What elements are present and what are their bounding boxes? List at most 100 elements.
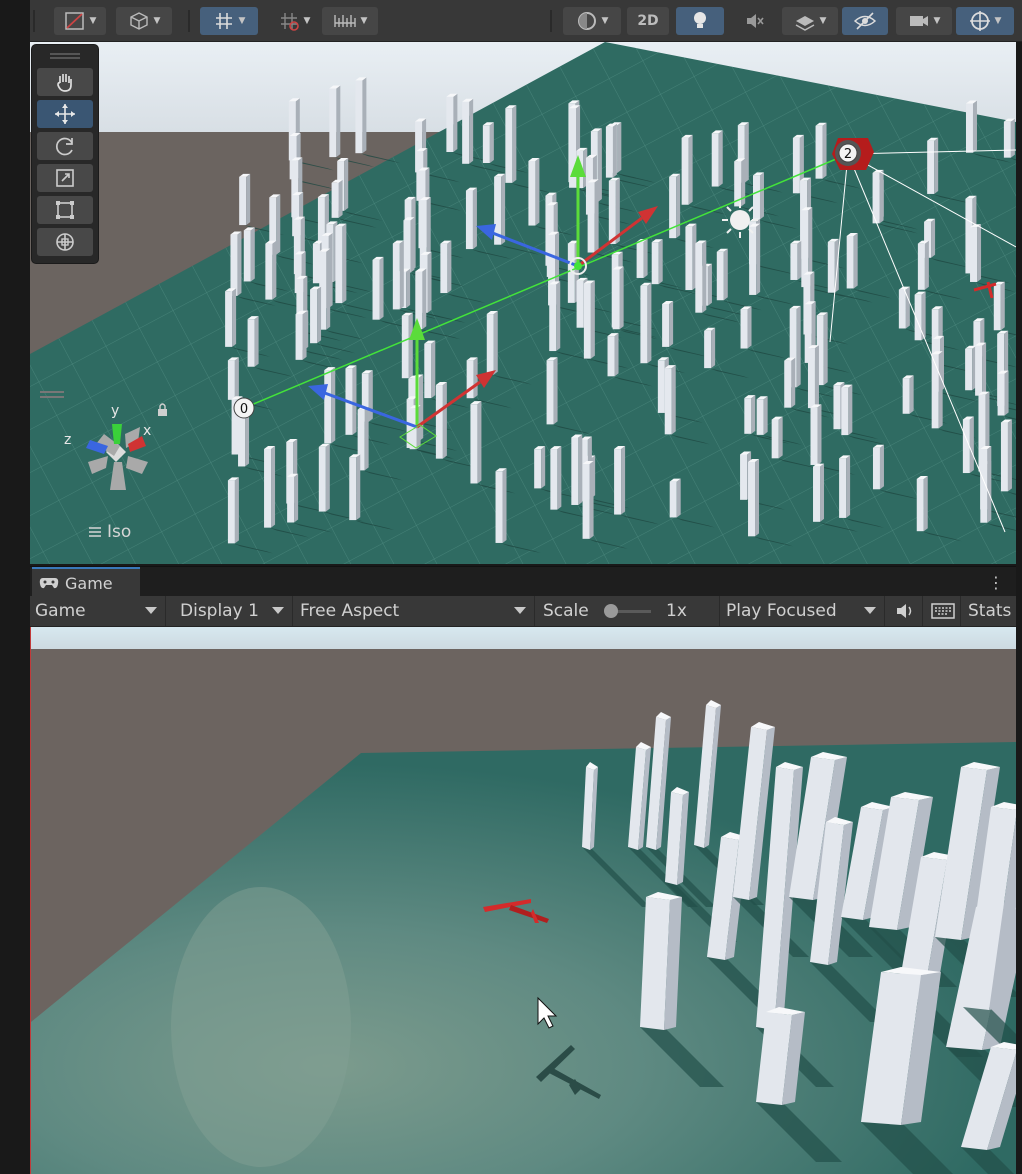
gizmos-button[interactable]: ▼ [956,7,1014,35]
tab-game-label: Game [65,573,113,593]
axis-y-label: y [111,403,119,419]
gamepad-icon [39,578,59,589]
game-view[interactable] [30,627,1016,1174]
waypoint-0-marker[interactable]: 0 [233,397,255,419]
axis-z-label: z [64,432,71,448]
projection-label: Iso [107,522,132,542]
view-select[interactable]: Game [30,596,166,626]
mode-2d-label: 2D [637,13,659,29]
shading-cube-icon [129,12,148,30]
more-options-icon[interactable]: ⋮ [988,573,1004,592]
game-render[interactable] [31,627,1016,1174]
panel-grip[interactable] [40,391,64,393]
chevron-down-icon: ▼ [238,16,246,26]
hand-tool-button[interactable] [37,68,93,96]
menu-icon [89,527,101,537]
chevron-down-icon [272,607,284,614]
effects-layers-icon [795,16,814,31]
ruler-button[interactable]: ▼ [322,7,378,35]
grid-snap-icon [215,13,232,29]
scale-tool-icon [56,169,74,187]
panel-grip [40,396,64,398]
left-window-edge [0,0,30,1174]
scene-view[interactable]: 2 0 y z x [30,42,1016,564]
rect-tool-button[interactable] [37,196,93,224]
scale-value: 1x [666,601,687,621]
render-mode-icon [577,12,596,30]
display-select[interactable]: Display 1 [175,596,293,626]
draw-mode-icon [64,12,84,30]
audio-toggle[interactable] [734,7,774,35]
stats-toggle[interactable]: Stats [963,596,1022,626]
scale-label: Scale [543,601,589,621]
rect-tool-icon [56,201,74,219]
chevron-down-icon: ▼ [819,16,827,26]
move-tool-button[interactable] [37,100,93,128]
keyboard-icon [931,603,955,619]
mute-audio-toggle[interactable] [887,596,923,626]
waypoint-2-label: 2 [844,147,852,162]
projection-toggle[interactable]: Iso [88,522,131,542]
chevron-down-icon: ▼ [360,16,368,26]
waypoint-2-marker[interactable]: 2 [838,143,858,163]
rotate-tool-button[interactable] [37,132,93,160]
visibility-icon [853,12,877,30]
move-tool-icon [55,104,75,124]
lighting-toggle[interactable] [676,7,724,35]
toolbar-separator [33,10,35,32]
chevron-down-icon: ▼ [303,16,311,26]
camera-icon [909,16,928,26]
stats-label: Stats [968,601,1012,621]
ground-ripple [171,887,351,1167]
waypoint-0-label: 0 [240,402,248,417]
rotate-tool-icon [56,137,73,156]
ruler-icon [333,15,356,27]
chevron-down-icon: ▼ [933,16,941,26]
mode-2d-button[interactable]: 2D [627,7,669,35]
scene-toolbar: ▼ ▼ ▼ ▼ ▼ ▼ 2D ▼ ▼ ▼ [30,0,1022,42]
tab-game[interactable]: Game [32,567,140,597]
axis-x-label: x [143,423,151,439]
scale-tool-button[interactable] [37,164,93,192]
toolbar-separator [550,10,552,32]
scene-viewport[interactable]: 2 0 y z x [30,42,1016,564]
increment-snap-icon [280,13,299,31]
speaker-icon [897,604,912,618]
lighting-icon [694,12,706,28]
aspect-select[interactable]: Free Aspect [295,596,535,626]
transform-tool-button[interactable] [37,228,93,256]
tool-palette-grip[interactable] [50,53,80,55]
chevron-down-icon: ▼ [601,16,609,26]
game-tab-bar: Game ⋮ [30,566,1016,597]
hand-tool-icon [57,74,72,92]
chevron-down-icon [514,607,526,614]
play-mode-select[interactable]: Play Focused [721,596,885,626]
increment-snap-button[interactable]: ▼ [266,7,322,35]
play-mode-value: Play Focused [726,601,837,621]
chevron-down-icon: ▼ [89,16,97,26]
render-mode-button[interactable]: ▼ [563,7,621,35]
chevron-down-icon: ▼ [994,16,1002,26]
view-select-value: Game [35,601,86,621]
effects-button[interactable]: ▼ [782,7,838,35]
aspect-select-value: Free Aspect [300,601,400,621]
chevron-down-icon [864,607,876,614]
toolbar-separator [188,10,190,32]
gizmos-icon [969,11,990,31]
game-toolbar: Game Display 1 Free Aspect Scale 1x Play… [30,596,1016,627]
scale-control: Scale 1x [538,596,720,626]
scale-slider-thumb[interactable] [604,604,618,618]
scene-visibility-toggle[interactable] [842,7,888,35]
draw-mode-button[interactable]: ▼ [54,7,106,35]
camera-settings-button[interactable]: ▼ [896,7,952,35]
shading-button[interactable]: ▼ [116,7,172,35]
audio-mute-icon [747,14,764,28]
display-select-value: Display 1 [180,601,259,621]
grid-snap-button[interactable]: ▼ [200,7,258,35]
tool-palette [32,45,98,263]
keyboard-shortcuts-toggle[interactable] [925,596,961,626]
directional-light-icon[interactable] [722,202,758,238]
transform-tool-icon [56,233,74,251]
chevron-down-icon [145,607,157,614]
chevron-down-icon: ▼ [153,16,161,26]
